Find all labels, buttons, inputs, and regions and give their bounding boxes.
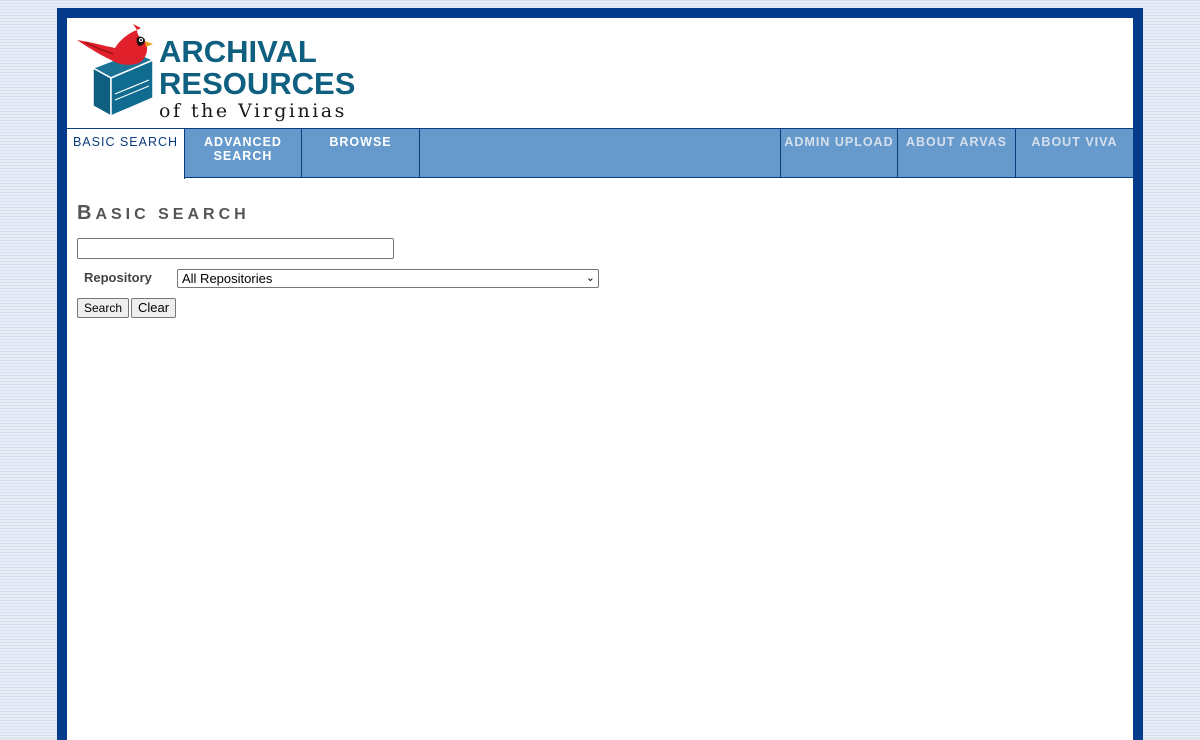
logo-text-virginias: of the Virginias — [159, 100, 347, 122]
main-nav: BASIC SEARCH ADVANCED SEARCH BROWSE ADMI… — [67, 128, 1133, 179]
page-frame: ARCHIVAL RESOURCES of the Virginias BASI… — [57, 8, 1143, 740]
repository-label: Repository — [84, 270, 152, 285]
logo-text-archival: ARCHIVAL — [159, 34, 317, 69]
page-container: ARCHIVAL RESOURCES of the Virginias BASI… — [67, 18, 1133, 740]
tab-basic-search[interactable]: BASIC SEARCH — [67, 129, 185, 179]
tab-advanced-search[interactable]: ADVANCED SEARCH — [185, 129, 302, 178]
tab-admin-upload[interactable]: ADMIN UPLOAD — [780, 129, 898, 178]
clear-button[interactable]: Clear — [131, 298, 177, 318]
tab-about-viva[interactable]: ABOUT VIVA — [1016, 129, 1133, 178]
search-button[interactable]: Search — [77, 298, 130, 318]
tab-about-arvas[interactable]: ABOUT ARVAS — [898, 129, 1016, 178]
site-header: ARCHIVAL RESOURCES of the Virginias — [67, 18, 1133, 128]
page-title-rest: ASIC SEARCH — [95, 206, 250, 223]
site-logo[interactable]: ARCHIVAL RESOURCES of the Virginias — [75, 24, 355, 124]
cardinal-box-icon — [77, 24, 155, 118]
logo-text-resources: RESOURCES — [159, 66, 356, 101]
repository-selected-value: All Repositories — [182, 271, 273, 286]
chevron-down-icon: ⌄ — [585, 272, 595, 284]
page-title: BASIC SEARCH — [77, 202, 250, 225]
page-title-initial: B — [77, 202, 96, 224]
repository-select[interactable]: All Repositories ⌄ — [177, 269, 599, 288]
tab-browse[interactable]: BROWSE — [302, 129, 420, 178]
search-input[interactable] — [77, 238, 394, 259]
